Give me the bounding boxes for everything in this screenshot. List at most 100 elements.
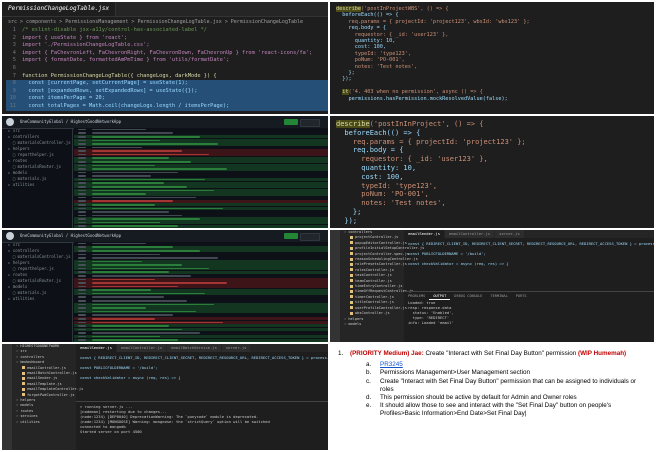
item-number: 1.: [338, 350, 344, 357]
code-line: 9 const [expandedRows, setExpandedRows] …: [6, 87, 328, 96]
code-text: requestor: { _id: 'user123' },: [336, 155, 488, 164]
editor-tab[interactable]: server.js: [495, 230, 525, 238]
js-file-icon: [350, 235, 353, 239]
diff-line-number: [78, 139, 86, 142]
code-text: };: [336, 207, 362, 216]
diff-line-number: [78, 211, 86, 213]
explorer-item-label: titleController.js: [355, 300, 394, 305]
diff-line-number: [78, 321, 86, 324]
explorer-item-label: emailSender.js: [27, 376, 58, 381]
code-text: import { FaChevronLeft, FaChevronRight, …: [22, 49, 313, 56]
line-number: 2: [12, 34, 16, 41]
diff-line-number: [78, 267, 86, 270]
diff-code: [92, 314, 173, 316]
diff-code: [92, 146, 142, 149]
diff-code: [92, 303, 214, 306]
diff-code: [92, 317, 155, 320]
breadcrumb[interactable]: src > components > PermissionsManagement…: [2, 17, 328, 27]
line-number: 9: [12, 87, 16, 94]
task-title: Create "Interact with Set Final Day Butt…: [423, 350, 578, 357]
jsx-editor-panel: PermissionChangeLogTable.jsx src > compo…: [2, 2, 328, 114]
task-subitems: a. PR3245 b. Permissions Management>User Ma…: [338, 361, 646, 418]
editor-tab[interactable]: emailController.js: [445, 230, 496, 238]
diff-line-number: [78, 278, 86, 281]
diff-line-number: [78, 153, 86, 156]
file-tree-item[interactable]: ▸ utilities: [2, 296, 72, 302]
js-file-icon: [350, 257, 353, 261]
diff-line-number: [78, 186, 86, 188]
diff-code: [92, 289, 151, 291]
panel-tab[interactable]: PORTS: [512, 292, 531, 300]
diff-code: [92, 249, 200, 252]
diff-code: [92, 321, 223, 324]
panel-tab[interactable]: TERMINAL: [486, 292, 511, 300]
diff-code: [92, 193, 146, 195]
code-text: req.params = { projectId: 'project123' }…: [336, 137, 526, 146]
code-line: 1 /* eslint-disable jsx-a11y/control-has-…: [6, 27, 328, 35]
code-text: });: [336, 216, 358, 225]
diff-line-number: [78, 285, 86, 288]
code-text: /* eslint-disable jsx-a11y/control-has-a…: [22, 27, 207, 33]
line-number: 11: [9, 102, 16, 109]
diff-code: [92, 200, 173, 202]
file-tree-item[interactable]: ▸ utilities: [2, 182, 72, 188]
review-button[interactable]: [284, 233, 298, 239]
js-file-icon: [22, 387, 25, 391]
js-file-icon: [22, 366, 25, 370]
code-button[interactable]: [300, 233, 320, 241]
editor-tab[interactable]: PermissionChangeLogTable.jsx: [2, 2, 117, 16]
code-area[interactable]: const { REDIRECT_CLIENT_ID, REDIRECT_CLI…: [404, 238, 654, 291]
github-diff-panel: OneCommunityGlobal / HighestGoodNetworkA…: [2, 116, 328, 228]
diff-code: [92, 207, 223, 210]
diff-line-number: [78, 200, 86, 202]
code-text: notes: 'Test notes',: [336, 199, 446, 208]
explorer-sidebar: › HIGHESTGOODNETWORK › src › controllers › …: [12, 344, 83, 450]
panel-tab[interactable]: PROBLEMS: [404, 292, 429, 300]
subitem: e. It should allow those to see and inter…: [338, 402, 646, 418]
editor-tab[interactable]: emailBatchService.js: [167, 344, 222, 352]
priority-label: (PRIORITY Medium) Jae:: [350, 350, 424, 357]
code-line: 4 import { FaChevronLeft, FaChevronRight,…: [6, 50, 328, 58]
panel-tab[interactable]: DEBUG CONSOLE: [450, 292, 486, 300]
js-file-icon: [22, 371, 25, 375]
code-line: const { REDIRECT_CLIENT_ID, REDIRECT_CLI…: [408, 241, 654, 246]
diff-line-number: [78, 257, 86, 259]
code-text: typeId: 'type123',: [336, 181, 438, 190]
editor-tab[interactable]: emailSender.js: [404, 230, 446, 238]
editor-tab[interactable]: emailSender.js: [76, 344, 118, 352]
code-text: cost: 100,: [336, 44, 386, 51]
subitem-text: Create "Interact with Set Final Day Butt…: [380, 377, 637, 393]
code-button[interactable]: [300, 119, 320, 127]
explorer-item-label: popupEditorController.js: [355, 240, 407, 245]
code-area[interactable]: const { REDIRECT_CLIENT_ID, REDIRECT_CLI…: [76, 352, 328, 401]
terminal-output[interactable]: Loaded: true resp: response.data status: …: [404, 300, 654, 325]
code-text: const [currentPage, setCurrentPage] = us…: [22, 80, 188, 87]
terminal-output[interactable]: > running server.js ... [nodemon] restart…: [76, 401, 328, 434]
panel-tab[interactable]: OUTPUT: [429, 292, 451, 300]
repo-title-2[interactable]: OneCommunityGlobal / HighestGoodNetworkA…: [20, 233, 121, 238]
test-code-area-2[interactable]: describe('postInInProject', () => { befo…: [330, 116, 654, 228]
explorer-item[interactable]: › utilities: [12, 420, 76, 425]
diff-line-number: [78, 214, 86, 217]
code-area[interactable]: 1 /* eslint-disable jsx-a11y/control-has-…: [2, 27, 328, 111]
code-line: quantity: 10,: [336, 164, 648, 173]
editor-tab[interactable]: server.js: [221, 344, 252, 352]
diff-line-number: [78, 292, 86, 295]
diff-line-number: [78, 317, 86, 320]
diff-code: [92, 282, 227, 284]
diff-line-number: [78, 289, 86, 291]
test-code-area[interactable]: describe('postInProjectWBS', () => { bef…: [330, 2, 654, 106]
diff-line-number: [78, 300, 86, 302]
editor-tab[interactable]: emailController.js: [117, 344, 168, 352]
repo-title[interactable]: OneCommunityGlobal / HighestGoodNetworkA…: [20, 119, 121, 124]
github-logo-icon[interactable]: [6, 118, 14, 126]
github-logo-icon[interactable]: [6, 232, 14, 240]
code-text: };: [336, 70, 355, 77]
explorer-item[interactable]: › models: [340, 322, 404, 327]
subitem: b. Permissions Management>User Management…: [338, 369, 646, 377]
diff-code: [92, 253, 160, 256]
review-button[interactable]: [284, 119, 298, 125]
diff-line-number: [78, 189, 86, 192]
pr-link[interactable]: PR3245: [380, 361, 403, 369]
code-line: requestor: { _id: 'user123' },: [336, 155, 648, 164]
